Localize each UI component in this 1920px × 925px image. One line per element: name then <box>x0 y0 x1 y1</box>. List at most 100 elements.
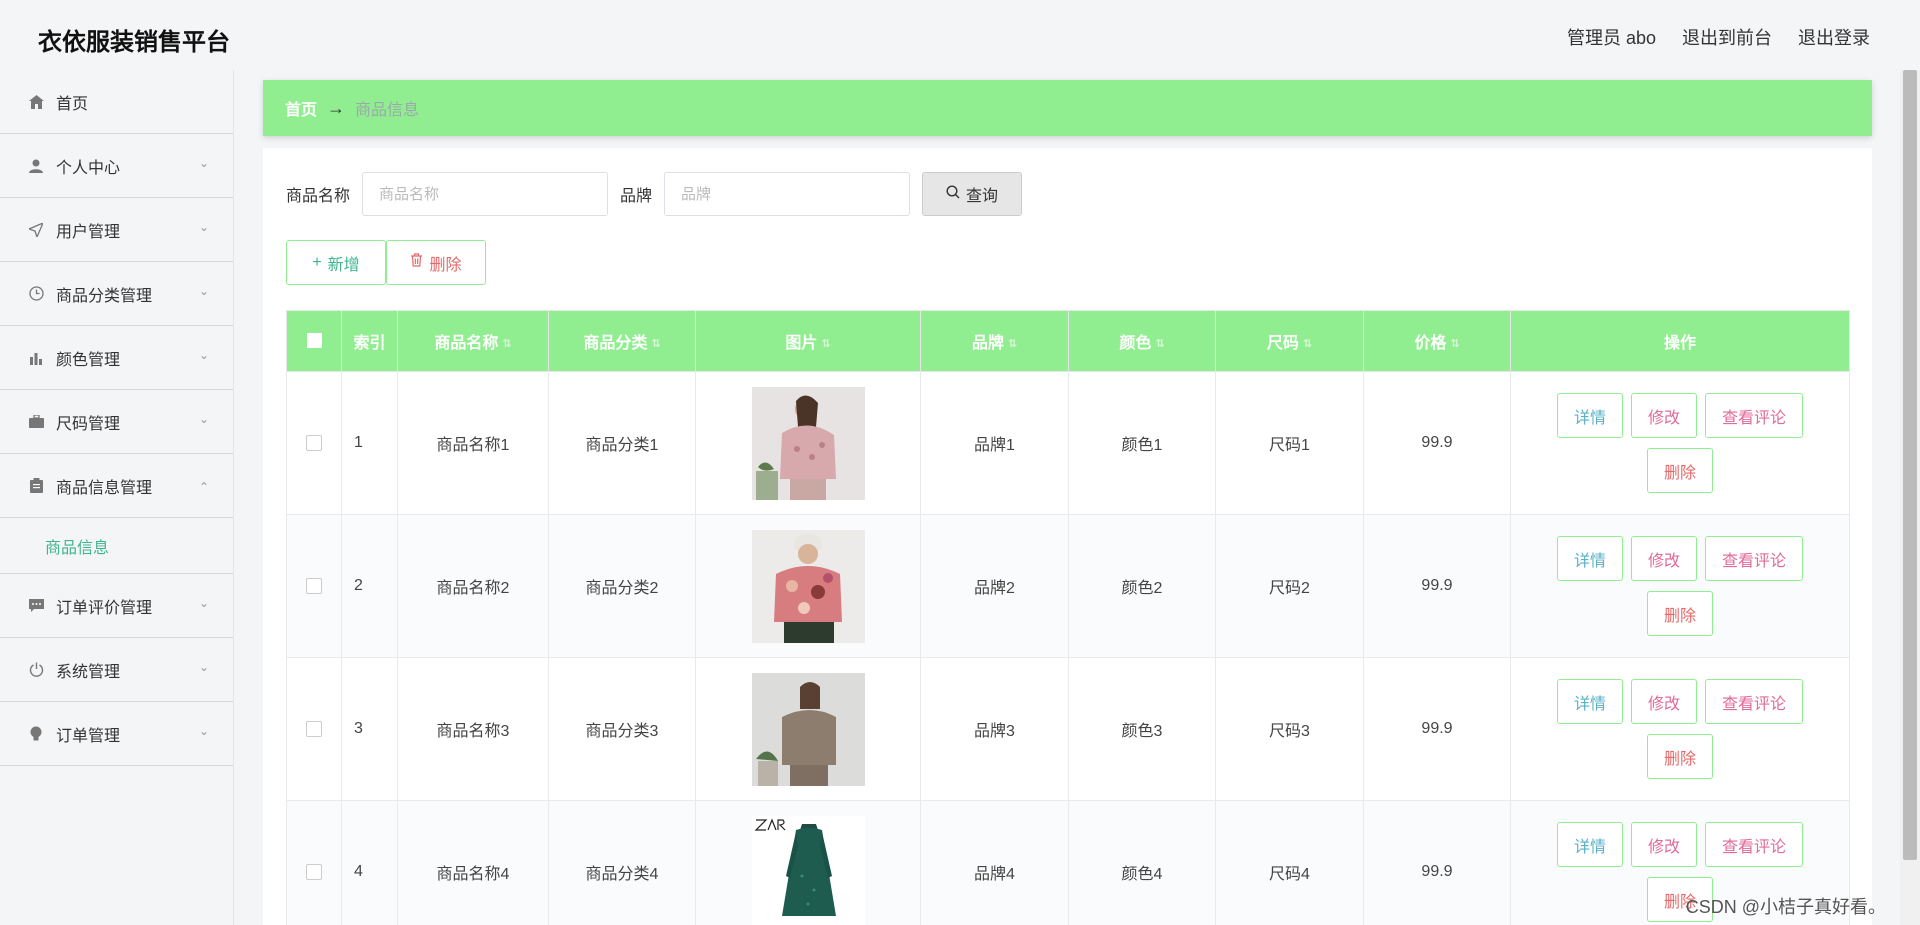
brand-cell: 品牌1 <box>920 371 1069 515</box>
row-actions: 详情 修改 查看评论 删除 <box>1540 679 1820 779</box>
search-icon <box>946 184 960 204</box>
color-cell: 颜色1 <box>1068 371 1216 515</box>
sidebar-item-label: 商品分类管理 <box>56 287 153 305</box>
column-header-label: 商品名称 <box>434 335 499 352</box>
column-header-label: 操作 <box>1663 335 1696 352</box>
query-button[interactable]: 查询 <box>922 172 1023 216</box>
clock-icon <box>28 286 44 302</box>
name-cell: 商品名称2 <box>397 514 549 658</box>
column-header-color[interactable]: 颜色 ⇅ <box>1068 310 1216 372</box>
column-header-price[interactable]: 价格 ⇅ <box>1363 310 1511 372</box>
column-header-name[interactable]: 商品名称 ⇅ <box>397 310 549 372</box>
action-toolbar: + 新增 删除 <box>286 240 486 285</box>
sidebar-item-user-management[interactable]: 用户管理 ⌄ <box>0 198 233 262</box>
exit-to-frontend-link[interactable]: 退出到前台 <box>1682 24 1772 50</box>
category-cell: 商品分类3 <box>548 657 696 801</box>
admin-label[interactable]: 管理员 abo <box>1567 24 1656 50</box>
sidebar-item-size-management[interactable]: 尺码管理 ⌄ <box>0 390 233 454</box>
size-cell: 尺码4 <box>1215 800 1364 925</box>
chevron-down-icon: ⌄ <box>198 220 209 234</box>
sidebar-item-personal-center[interactable]: 个人中心 ⌄ <box>0 134 233 198</box>
row-delete-button[interactable]: 删除 <box>1647 591 1713 636</box>
sidebar-item-product-info-management[interactable]: 商品信息管理 ⌃ <box>0 454 233 518</box>
detail-button[interactable]: 详情 <box>1557 822 1623 867</box>
logout-link[interactable]: 退出登录 <box>1798 24 1870 50</box>
name-cell: 商品名称4 <box>397 800 549 925</box>
sidebar-item-home[interactable]: 首页 <box>0 70 233 134</box>
index-cell: 2 <box>341 514 398 658</box>
product-thumbnail <box>751 672 865 786</box>
sidebar-item-order-management[interactable]: 订单管理 ⌄ <box>0 702 233 766</box>
row-checkbox[interactable] <box>306 577 322 594</box>
row-select-cell <box>286 514 342 658</box>
column-header-image[interactable]: 图片 ⇅ <box>695 310 921 372</box>
sidebar-item-label: 商品信息管理 <box>56 479 153 497</box>
scrollbar-thumb[interactable] <box>1903 70 1917 860</box>
detail-button[interactable]: 详情 <box>1557 536 1623 581</box>
color-cell: 颜色3 <box>1068 657 1216 801</box>
breadcrumb-home-link[interactable]: 首页 <box>285 96 317 120</box>
column-header-category[interactable]: 商品分类 ⇅ <box>548 310 696 372</box>
sidebar-item-system-management[interactable]: 系统管理 ⌄ <box>0 638 233 702</box>
view-reviews-button[interactable]: 查看评论 <box>1705 679 1803 724</box>
sort-icon[interactable]: ⇅ <box>1155 338 1164 349</box>
breadcrumb-arrow-icon: → <box>327 97 346 118</box>
sidebar-item-order-review-management[interactable]: 订单评价管理 ⌄ <box>0 574 233 638</box>
sidebar-item-label: 订单评价管理 <box>56 599 153 617</box>
batch-delete-button[interactable]: 删除 <box>386 240 486 285</box>
product-thumbnail <box>751 815 865 925</box>
row-checkbox[interactable] <box>306 434 322 451</box>
bulb-icon <box>28 726 44 742</box>
edit-button[interactable]: 修改 <box>1631 536 1697 581</box>
delete-button-label: 删除 <box>429 256 462 274</box>
chevron-down-icon: ⌄ <box>198 156 209 170</box>
column-header-label: 商品分类 <box>583 335 648 352</box>
table-row: 4 商品名称4 商品分类4 品牌4 颜色4 尺码4 99.9 详情 修改 查看评… <box>286 800 1850 925</box>
row-actions: 详情 修改 查看评论 删除 <box>1540 393 1820 493</box>
column-header-label: 价格 <box>1414 335 1447 352</box>
column-header-size[interactable]: 尺码 ⇅ <box>1215 310 1364 372</box>
sort-icon[interactable]: ⇅ <box>1450 338 1459 349</box>
add-button[interactable]: + 新增 <box>286 240 386 285</box>
table-row: 1 商品名称1 商品分类1 品牌1 颜色1 尺码1 99.9 详情 修改 查看评… <box>286 371 1850 515</box>
detail-button[interactable]: 详情 <box>1557 679 1623 724</box>
row-delete-button[interactable]: 删除 <box>1647 448 1713 493</box>
actions-cell: 详情 修改 查看评论 删除 <box>1510 514 1850 658</box>
select-all-checkbox[interactable] <box>306 333 322 349</box>
sidebar-item-color-management[interactable]: 颜色管理 ⌄ <box>0 326 233 390</box>
view-reviews-button[interactable]: 查看评论 <box>1705 536 1803 581</box>
brand-label: 品牌 <box>620 188 653 205</box>
image-cell <box>695 371 921 515</box>
edit-button[interactable]: 修改 <box>1631 822 1697 867</box>
select-all-cell <box>286 310 342 372</box>
view-reviews-button[interactable]: 查看评论 <box>1705 393 1803 438</box>
sort-icon[interactable]: ⇅ <box>821 338 830 349</box>
color-cell: 颜色2 <box>1068 514 1216 658</box>
row-delete-button[interactable]: 删除 <box>1647 734 1713 779</box>
sidebar-item-category-management[interactable]: 商品分类管理 ⌄ <box>0 262 233 326</box>
row-checkbox[interactable] <box>306 720 322 737</box>
brand-cell: 品牌3 <box>920 657 1069 801</box>
actions-cell: 详情 修改 查看评论 删除 <box>1510 371 1850 515</box>
name-cell: 商品名称3 <box>397 657 549 801</box>
brand-input[interactable] <box>664 172 911 216</box>
sort-icon[interactable]: ⇅ <box>502 338 511 349</box>
sidebar-subitem-product-info[interactable]: 商品信息 <box>0 518 233 574</box>
vertical-scrollbar[interactable] <box>1900 70 1920 925</box>
product-name-input[interactable] <box>362 172 609 216</box>
column-header-brand[interactable]: 品牌 ⇅ <box>920 310 1069 372</box>
detail-button[interactable]: 详情 <box>1557 393 1623 438</box>
chevron-up-icon: ⌃ <box>198 480 209 494</box>
sort-icon[interactable]: ⇅ <box>1303 338 1312 349</box>
query-button-label: 查询 <box>966 188 999 205</box>
column-header-index: 索引 <box>341 310 398 372</box>
edit-button[interactable]: 修改 <box>1631 393 1697 438</box>
chat-icon <box>28 598 44 614</box>
sort-icon[interactable]: ⇅ <box>651 338 660 349</box>
row-checkbox[interactable] <box>306 863 322 880</box>
edit-button[interactable]: 修改 <box>1631 679 1697 724</box>
sort-icon[interactable]: ⇅ <box>1008 338 1017 349</box>
column-header-label: 品牌 <box>971 335 1004 352</box>
image-cell <box>695 514 921 658</box>
view-reviews-button[interactable]: 查看评论 <box>1705 822 1803 867</box>
